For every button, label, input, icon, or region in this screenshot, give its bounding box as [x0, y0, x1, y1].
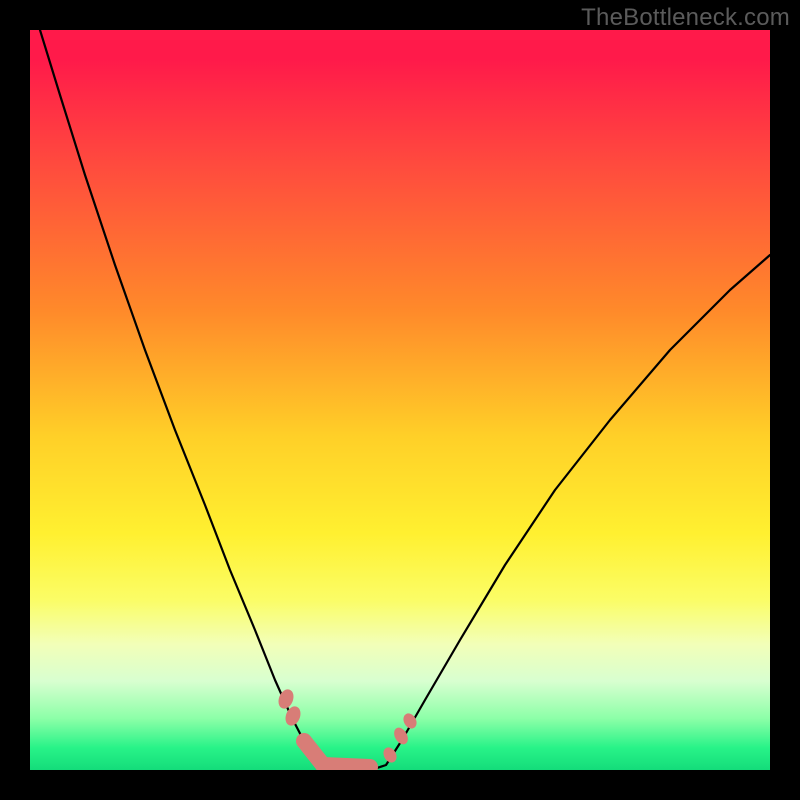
bottleneck-curve-svg: [30, 30, 770, 770]
plot-area: [30, 30, 770, 770]
outer-frame: TheBottleneck.com: [0, 0, 800, 800]
data-marker: [323, 765, 370, 767]
watermark-text: TheBottleneck.com: [581, 4, 790, 32]
bottleneck-curve: [40, 30, 770, 770]
